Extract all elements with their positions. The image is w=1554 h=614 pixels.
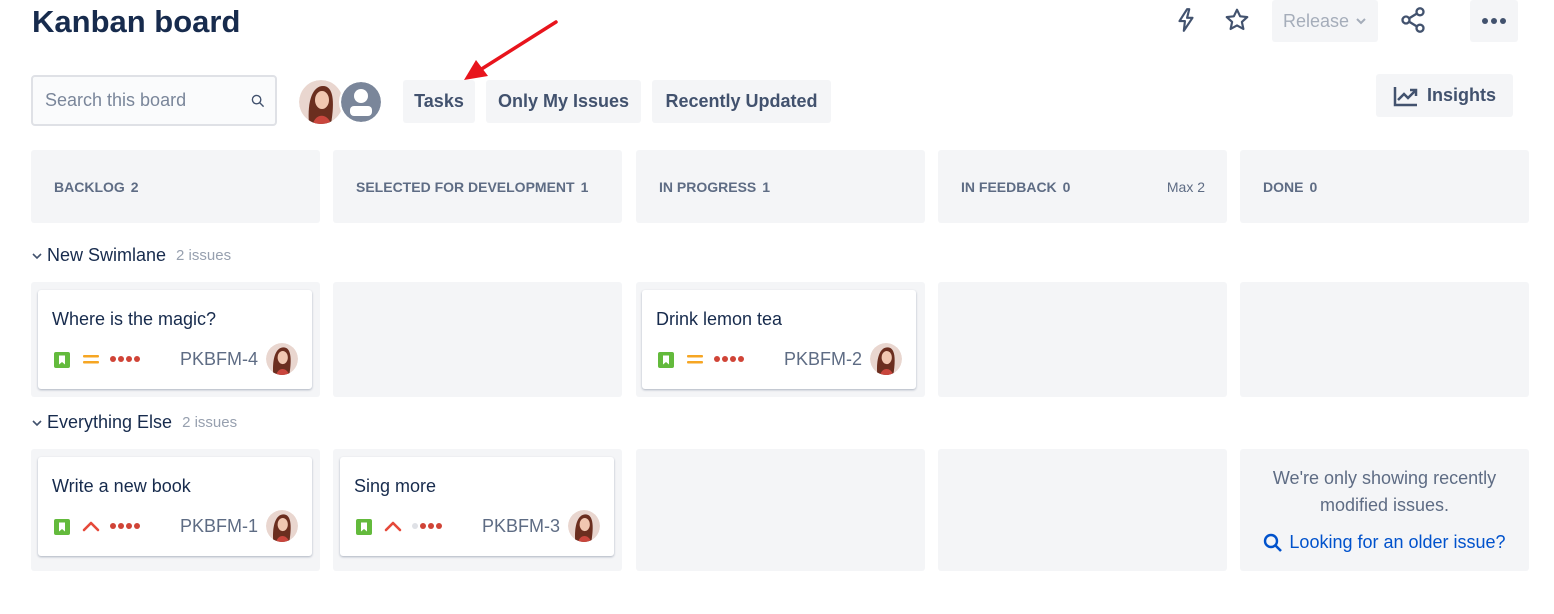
star-icon[interactable] — [1223, 6, 1251, 34]
swimlane-count: 2 issues — [182, 414, 238, 431]
release-label: Release — [1282, 10, 1350, 31]
priority-medium-icon — [687, 355, 703, 364]
swimlane-cell — [1240, 282, 1529, 397]
column-max: Max 2 — [1166, 178, 1205, 195]
swimlane-cell — [636, 449, 925, 571]
search-icon[interactable] — [251, 91, 265, 111]
chevron-down-icon[interactable] — [31, 250, 43, 262]
chart-trend-icon — [1393, 86, 1418, 106]
column-name: BACKLOG — [54, 178, 125, 195]
issue-key[interactable]: PKBFM-3 — [482, 516, 560, 537]
card-title: Sing more — [354, 476, 437, 496]
column-header-in-feedback: IN FEEDBACK 0 Max 2 — [938, 150, 1227, 223]
user-avatar[interactable] — [299, 80, 343, 124]
assignee-avatar — [266, 343, 298, 375]
chevron-down-icon[interactable] — [31, 417, 43, 429]
priority-medium-icon — [83, 355, 99, 364]
column-name: DONE — [1263, 178, 1304, 195]
card-title: Drink lemon tea — [656, 309, 783, 329]
swimlane-cell — [333, 282, 622, 397]
issue-card[interactable]: Where is the magic? PKBFM-4 — [38, 290, 312, 389]
page-title: Kanban board — [32, 4, 241, 39]
column-count: 0 — [1309, 178, 1318, 195]
card-title: Write a new book — [52, 476, 191, 496]
chevron-down-icon — [1356, 18, 1366, 25]
filter-only-my-issues[interactable]: Only My Issues — [486, 80, 641, 123]
swimlane-cell — [938, 449, 1227, 571]
assignee-avatar — [266, 510, 298, 542]
release-button[interactable]: Release — [1272, 0, 1378, 42]
filter-tasks[interactable]: Tasks — [403, 80, 475, 123]
column-count: 0 — [1062, 178, 1071, 195]
column-count: 1 — [580, 178, 589, 195]
story-icon — [54, 352, 70, 368]
column-header-in-progress: IN PROGRESS 1 — [636, 150, 925, 223]
story-points-dots — [110, 356, 140, 362]
issue-card[interactable]: Drink lemon tea PKBFM-2 — [642, 290, 916, 389]
swimlane-title: Everything Else — [47, 412, 173, 432]
assignee-avatar — [568, 510, 600, 542]
lightning-icon[interactable] — [1172, 6, 1200, 34]
assignee-avatar — [870, 343, 902, 375]
story-icon — [356, 519, 372, 535]
swimlane-title: New Swimlane — [47, 245, 167, 265]
column-name: IN PROGRESS — [659, 178, 757, 195]
swimlane-cell — [938, 282, 1227, 397]
search-input[interactable] — [43, 89, 247, 112]
issue-card[interactable]: Sing more PKBFM-3 — [340, 457, 614, 556]
column-header-backlog: BACKLOG 2 — [31, 150, 320, 223]
insights-button[interactable]: Insights — [1376, 74, 1513, 117]
column-count: 2 — [130, 178, 139, 195]
more-icon — [1482, 18, 1506, 24]
story-points-dots — [412, 523, 442, 529]
column-name: IN FEEDBACK — [961, 178, 1057, 195]
column-header-done: DONE 0 — [1240, 150, 1529, 223]
story-icon — [658, 352, 674, 368]
older-issue-link-label[interactable]: Looking for an older issue? — [1289, 532, 1505, 553]
issue-key[interactable]: PKBFM-4 — [180, 349, 258, 370]
issue-key[interactable]: PKBFM-2 — [784, 349, 862, 370]
insights-label: Insights — [1426, 85, 1496, 105]
search-icon — [1264, 533, 1283, 552]
story-icon — [54, 519, 70, 535]
issue-card[interactable]: Write a new book PKBFM-1 — [38, 457, 312, 556]
card-title: Where is the magic? — [52, 309, 217, 329]
search-box[interactable] — [31, 75, 277, 126]
filter-recently-updated[interactable]: Recently Updated — [652, 80, 831, 123]
older-issue-link[interactable]: Looking for an older issue? — [1240, 532, 1529, 553]
swimlane-header-everything-else[interactable]: Everything Else 2 issues — [31, 412, 237, 433]
annotation-arrow — [464, 20, 558, 80]
priority-high-icon — [384, 521, 402, 532]
swimlane-header-new[interactable]: New Swimlane 2 issues — [31, 245, 231, 266]
unassigned-avatar[interactable] — [339, 80, 383, 124]
column-name: SELECTED FOR DEVELOPMENT — [356, 178, 575, 195]
column-count: 1 — [762, 178, 771, 195]
issue-key[interactable]: PKBFM-1 — [180, 516, 258, 537]
swimlane-count: 2 issues — [176, 247, 232, 264]
more-button[interactable] — [1470, 0, 1518, 42]
priority-high-icon — [82, 521, 100, 532]
story-points-dots — [714, 356, 744, 362]
share-icon[interactable] — [1399, 6, 1427, 34]
done-column-message: We're only showing recently modified iss… — [1272, 468, 1497, 515]
column-header-selected: SELECTED FOR DEVELOPMENT 1 — [333, 150, 622, 223]
story-points-dots — [110, 523, 140, 529]
